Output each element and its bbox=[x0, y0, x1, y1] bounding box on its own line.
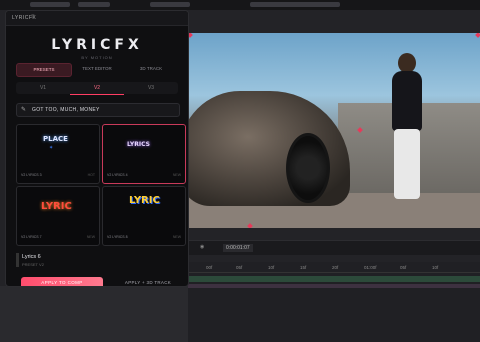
ruler-tick: 05f bbox=[236, 265, 243, 270]
preset-grid: PLACE ✶ V2 LYRICS 3 HOT LYRICS V2 LYRICS… bbox=[16, 124, 188, 249]
tab-text-editor[interactable]: TEXT EDITOR bbox=[70, 63, 124, 75]
ruler-tick: 01:00f bbox=[364, 265, 377, 270]
performer-legs bbox=[394, 129, 420, 199]
timecode[interactable]: 0:00:01:07 bbox=[223, 244, 253, 252]
ruler-tick: 10f bbox=[268, 265, 275, 270]
preset-tag: NEW bbox=[86, 235, 95, 239]
preset-art-accent: ✶ bbox=[49, 145, 54, 151]
ruler-tick: 05f bbox=[400, 265, 407, 270]
lyrics-text-value: GOT TOO, MUCH, MONEY bbox=[32, 107, 100, 113]
version-tabs: V1 V2 V3 bbox=[16, 82, 178, 95]
tab-v1[interactable]: V1 bbox=[16, 82, 70, 94]
preset-art: PLACE bbox=[43, 135, 68, 143]
preset-thumbnail: LYRIC bbox=[103, 187, 185, 233]
car-wheel bbox=[286, 133, 330, 203]
selected-preset[interactable]: Lyrics 6 PRESET V2 bbox=[16, 251, 188, 271]
timeline-track[interactable] bbox=[188, 284, 480, 288]
preset-name: V2 LYRICS 8 bbox=[107, 235, 128, 239]
viewer-controls: ◉ 0:00:01:07 bbox=[188, 240, 480, 255]
preset-name: V2 LYRICS 4 bbox=[107, 173, 128, 177]
preset-tag: HOT bbox=[87, 173, 95, 177]
preset-art: LYRICS bbox=[127, 141, 150, 148]
selected-preset-thumb bbox=[16, 253, 19, 267]
preset-thumbnail: LYRIC bbox=[17, 187, 99, 233]
preset-art: LYRIC bbox=[41, 201, 72, 212]
panel-header: LYRICFX ≡ bbox=[6, 11, 188, 26]
mode-tabs: PRESETS TEXT EDITOR 3D TRACK bbox=[16, 63, 178, 77]
ruler-tick: 15f bbox=[300, 265, 307, 270]
tab-v3[interactable]: V3 bbox=[124, 82, 178, 94]
timeline-track[interactable] bbox=[188, 276, 480, 282]
timeline[interactable]: 00f 05f 10f 15f 20f 01:00f 05f 10f bbox=[188, 262, 480, 342]
preset-name: V2 LYRICS 7 bbox=[21, 235, 42, 239]
preset-name: V2 LYRICS 3 bbox=[21, 173, 42, 177]
ruler-tick: 00f bbox=[206, 265, 213, 270]
tab-presets[interactable]: PRESETS bbox=[16, 63, 72, 77]
tab-v2[interactable]: V2 bbox=[70, 82, 124, 95]
apply-to-comp-button[interactable]: APPLY TO COMP bbox=[21, 277, 103, 286]
preset-thumbnail: PLACE ✶ bbox=[17, 125, 99, 171]
host-tab[interactable] bbox=[30, 2, 70, 7]
performer-head bbox=[398, 53, 416, 73]
preset-card[interactable]: LYRIC V2 LYRICS 7 NEW bbox=[16, 186, 100, 246]
preset-thumbnail: LYRICS bbox=[103, 125, 185, 171]
performer-torso bbox=[392, 71, 422, 131]
performer bbox=[384, 51, 430, 211]
edit-icon: ✎ bbox=[21, 107, 27, 113]
selected-preset-name: Lyrics 6 bbox=[22, 254, 41, 260]
ruler-tick: 10f bbox=[432, 265, 439, 270]
preset-art: LYRIC bbox=[129, 195, 160, 206]
logo-subtitle: BY MOTION bbox=[81, 55, 113, 60]
project-panel bbox=[0, 286, 188, 342]
tab-3d-track[interactable]: 3D TRACK bbox=[124, 63, 178, 75]
preset-card[interactable]: PLACE ✶ V2 LYRICS 3 HOT bbox=[16, 124, 100, 184]
composition-viewer[interactable] bbox=[188, 33, 480, 228]
host-tab[interactable] bbox=[150, 2, 190, 7]
logo: LYRICFX bbox=[51, 37, 143, 53]
menu-icon[interactable]: ≡ bbox=[31, 14, 35, 20]
host-tab[interactable] bbox=[250, 2, 340, 7]
preset-card[interactable]: LYRICS V2 LYRICS 4 NEW bbox=[102, 124, 186, 184]
lyrics-text-input[interactable]: ✎ GOT TOO, MUCH, MONEY bbox=[16, 103, 180, 117]
ruler-tick: 20f bbox=[332, 265, 339, 270]
host-tab[interactable] bbox=[78, 2, 110, 7]
preset-tag: NEW bbox=[172, 235, 181, 239]
preset-card[interactable]: LYRIC V2 LYRICS 8 NEW bbox=[102, 186, 186, 246]
preset-tag: NEW bbox=[172, 173, 181, 177]
selected-preset-subtitle: PRESET V2 bbox=[22, 262, 44, 267]
corner-handle[interactable] bbox=[475, 33, 480, 38]
apply-3d-track-button[interactable]: APPLY + 3D TRACK bbox=[109, 277, 187, 286]
timeline-ruler[interactable]: 00f 05f 10f 15f 20f 01:00f 05f 10f bbox=[188, 264, 480, 273]
lyricfx-panel: LYRICFX ≡ LYRICFX BY MOTION PRESETS TEXT… bbox=[5, 10, 189, 287]
camera-icon[interactable]: ◉ bbox=[200, 244, 204, 250]
